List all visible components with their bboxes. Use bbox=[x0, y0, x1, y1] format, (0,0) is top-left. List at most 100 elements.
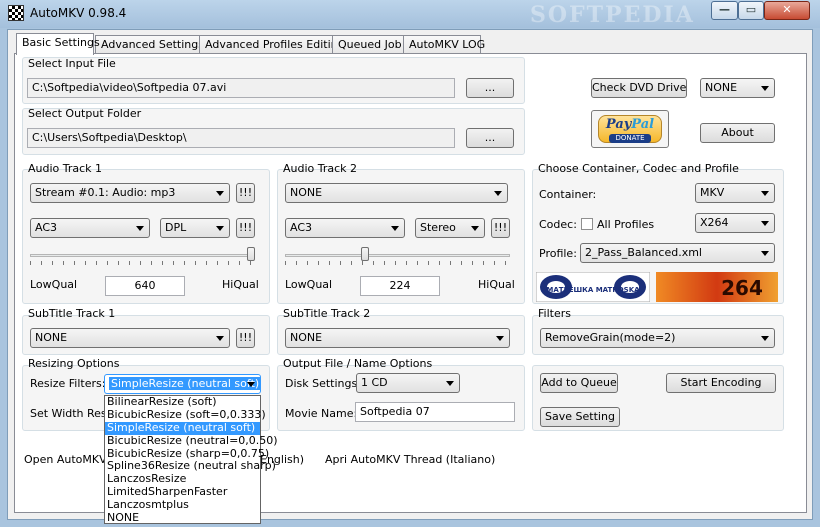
input-file-label: Select Input File bbox=[28, 57, 116, 70]
chevron-down-icon bbox=[761, 86, 769, 91]
resize-filters-dropdown-list[interactable]: BilinearResize (soft) BicubicResize (soft… bbox=[104, 395, 278, 525]
audio-2-stream-select[interactable]: NONE bbox=[285, 183, 508, 203]
paypal-text-pay: Pay bbox=[605, 117, 632, 132]
all-profiles-checkbox[interactable] bbox=[581, 218, 593, 230]
slider-thumb[interactable] bbox=[247, 247, 255, 261]
movie-name-field[interactable]: Softpedia 07 bbox=[355, 402, 515, 422]
add-to-queue-button[interactable]: Add to Queue bbox=[540, 373, 618, 393]
slider-thumb[interactable] bbox=[361, 247, 369, 261]
resize-filter-option[interactable]: SimpleResize (neutral soft) bbox=[105, 421, 260, 435]
open-thread-italian-link[interactable]: Apri AutoMKV Thread (Italiano) bbox=[325, 453, 495, 466]
tab-advanced-settings[interactable]: Advanced Settings bbox=[95, 35, 204, 54]
audio-2-codec-select[interactable]: AC3 bbox=[285, 218, 405, 238]
tab-basic-settings[interactable]: Basic Settings bbox=[16, 33, 100, 55]
movie-name-label: Movie Name: bbox=[285, 407, 358, 420]
audio-2-channels-value: Stereo bbox=[420, 221, 456, 234]
audio-1-channels-select[interactable]: DPL bbox=[160, 218, 230, 238]
title-bar: AutoMKV 0.98.4 SOFTPEDIA — ▭ ✕ bbox=[0, 0, 820, 28]
chevron-down-icon bbox=[216, 226, 224, 231]
audio-2-channels-select[interactable]: Stereo bbox=[415, 218, 485, 238]
chevron-down-icon bbox=[446, 381, 454, 386]
audio-2-bitrate-field[interactable]: 224 bbox=[360, 276, 440, 296]
chevron-down-icon bbox=[136, 226, 144, 231]
profile-label: Profile: bbox=[539, 247, 577, 260]
dvd-drive-value: NONE bbox=[705, 81, 738, 94]
resizing-options-label: Resizing Options bbox=[28, 357, 120, 370]
chevron-down-icon bbox=[216, 191, 224, 196]
chevron-down-icon bbox=[216, 336, 224, 341]
audio-1-low-label: LowQual bbox=[30, 278, 78, 291]
subtitle-2-value: NONE bbox=[290, 331, 323, 344]
audio-1-stream-select[interactable]: Stream #0.1: Audio: mp3 bbox=[30, 183, 230, 203]
container-select[interactable]: MKV bbox=[695, 183, 775, 203]
chevron-down-icon bbox=[494, 191, 502, 196]
audio-track-2-label: Audio Track 2 bbox=[283, 162, 358, 175]
audio-1-bitrate-field[interactable]: 640 bbox=[105, 276, 185, 296]
browse-output-button[interactable]: ... bbox=[466, 128, 514, 148]
save-setting-button[interactable]: Save Setting bbox=[540, 407, 620, 427]
chevron-down-icon bbox=[761, 191, 769, 196]
subtitle-1-select[interactable]: NONE bbox=[30, 328, 230, 348]
audio-1-channels-info-button[interactable]: !!! bbox=[236, 218, 255, 238]
audio-track-1-label: Audio Track 1 bbox=[28, 162, 103, 175]
audio-1-codec-select[interactable]: AC3 bbox=[30, 218, 150, 238]
codec-select[interactable]: X264 bbox=[695, 213, 775, 233]
subtitle-1-info-button[interactable]: !!! bbox=[236, 328, 255, 348]
subtitle-2-select[interactable]: NONE bbox=[285, 328, 510, 348]
resize-filter-option[interactable]: BilinearResize (soft) bbox=[105, 395, 260, 409]
filters-value: RemoveGrain(mode=2) bbox=[545, 331, 676, 344]
chevron-down-icon bbox=[247, 382, 255, 387]
profile-value: 2_Pass_Balanced.xml bbox=[585, 246, 702, 259]
chevron-down-icon bbox=[761, 336, 769, 341]
filters-select[interactable]: RemoveGrain(mode=2) bbox=[540, 328, 775, 348]
input-file-field[interactable]: C:\Softpedia\video\Softpedia 07.avi bbox=[27, 78, 455, 98]
output-folder-field[interactable]: C:\Users\Softpedia\Desktop\ bbox=[27, 128, 455, 148]
resize-filter-option[interactable]: NONE bbox=[105, 511, 260, 525]
output-options-label: Output File / Name Options bbox=[283, 357, 433, 370]
softpedia-watermark: SOFTPEDIA bbox=[530, 2, 695, 28]
resize-filters-value: SimpleResize (neutral soft) bbox=[109, 377, 260, 390]
chevron-down-icon bbox=[496, 336, 504, 341]
app-icon bbox=[8, 5, 24, 21]
resize-filters-select[interactable]: SimpleResize (neutral soft) bbox=[104, 374, 261, 394]
audio-2-quality-slider[interactable] bbox=[285, 247, 510, 267]
container-label: Container: bbox=[539, 188, 597, 201]
paypal-donate-button[interactable]: PayPal DONATE bbox=[591, 110, 669, 148]
audio-2-codec-value: AC3 bbox=[290, 221, 313, 234]
dvd-drive-select[interactable]: NONE bbox=[700, 78, 775, 98]
resize-filter-option[interactable]: BicubicResize (soft=0,0.333) bbox=[105, 408, 266, 422]
tab-automkv-log[interactable]: AutoMKV LOG bbox=[403, 35, 485, 54]
resize-filter-option[interactable]: BicubicResize (neutral=0,0.50) bbox=[105, 434, 278, 448]
chevron-down-icon bbox=[391, 226, 399, 231]
check-dvd-drive-button[interactable]: Check DVD Drive bbox=[591, 78, 687, 98]
donate-text: DONATE bbox=[609, 134, 651, 143]
resize-filters-label: Resize Filters: bbox=[30, 377, 106, 390]
x264-logo: 264 bbox=[656, 272, 778, 302]
audio-1-info-button[interactable]: !!! bbox=[236, 183, 255, 203]
audio-1-channels-value: DPL bbox=[165, 221, 187, 234]
tab-advanced-profiles-editing[interactable]: Advanced Profiles Editing bbox=[199, 35, 345, 54]
browse-input-button[interactable]: ... bbox=[466, 78, 514, 98]
audio-2-channels-info-button[interactable]: !!! bbox=[491, 218, 510, 238]
codec-value: X264 bbox=[700, 216, 729, 229]
close-button[interactable]: ✕ bbox=[764, 1, 810, 20]
minimize-button[interactable]: — bbox=[711, 1, 738, 20]
disk-settings-select[interactable]: 1 CD bbox=[356, 373, 460, 393]
chevron-down-icon bbox=[761, 251, 769, 256]
about-button[interactable]: About bbox=[700, 123, 775, 143]
chevron-down-icon bbox=[761, 221, 769, 226]
profile-select[interactable]: 2_Pass_Balanced.xml bbox=[580, 243, 775, 263]
x264-logo-text: 264 bbox=[721, 276, 763, 300]
audio-1-high-label: HiQual bbox=[222, 278, 259, 291]
start-encoding-button[interactable]: Start Encoding bbox=[666, 373, 776, 393]
codec-label: Codec: bbox=[539, 218, 577, 231]
subtitle-track-2-label: SubTitle Track 2 bbox=[283, 307, 371, 320]
maximize-button[interactable]: ▭ bbox=[738, 1, 764, 20]
audio-2-stream-value: NONE bbox=[290, 186, 323, 199]
audio-1-quality-slider[interactable] bbox=[30, 247, 255, 267]
tab-queued-job[interactable]: Queued Job bbox=[332, 35, 404, 54]
container-codec-label: Choose Container, Codec and Profile bbox=[538, 162, 739, 175]
output-folder-label: Select Output Folder bbox=[28, 107, 142, 120]
audio-2-low-label: LowQual bbox=[285, 278, 333, 291]
audio-1-codec-value: AC3 bbox=[35, 221, 58, 234]
